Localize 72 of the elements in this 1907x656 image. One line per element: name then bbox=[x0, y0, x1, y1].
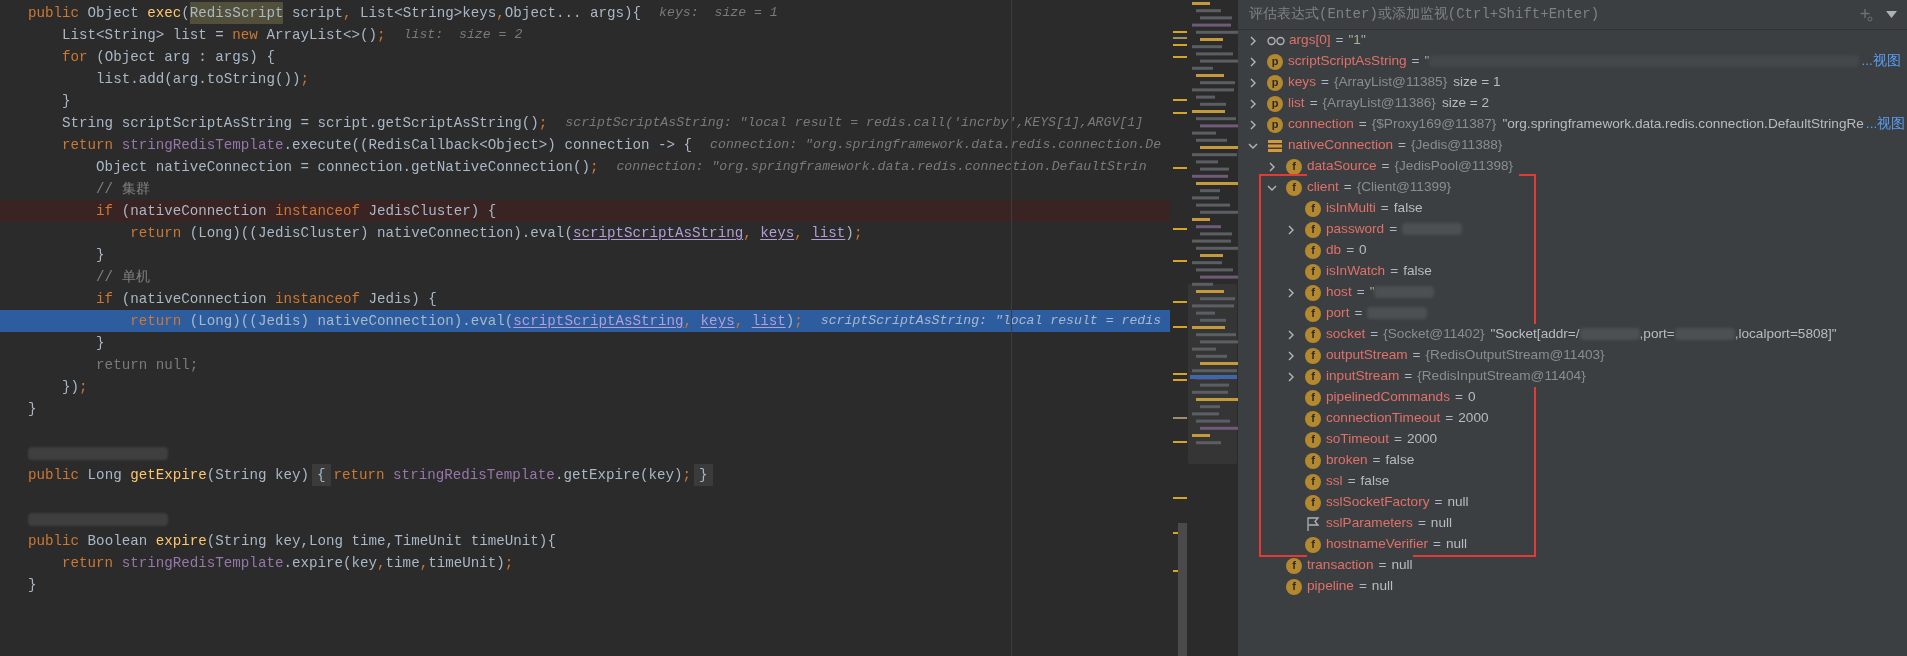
code-line: return null; bbox=[95, 356, 199, 375]
code-line: Object nativeConnection = connection.getNativeConnection(); bbox=[95, 158, 599, 177]
field-icon: f bbox=[1305, 494, 1321, 511]
inline-debug-value: connection: "org.springframework.data.redis.connection.De bbox=[710, 136, 1162, 155]
code-line: } bbox=[28, 400, 37, 419]
parameter-icon: p bbox=[1267, 74, 1283, 91]
field-icon: f bbox=[1305, 410, 1321, 427]
expand-chevron-icon[interactable] bbox=[1286, 329, 1296, 340]
field-icon: f bbox=[1305, 389, 1321, 406]
field-icon: f bbox=[1305, 200, 1321, 217]
expand-chevron-icon[interactable] bbox=[1286, 224, 1296, 235]
field-icon: f bbox=[1286, 578, 1302, 595]
code-line: for (Object arg : args) { bbox=[61, 48, 275, 67]
code-line: String scriptScriptAsString = script.getScriptAsString(); bbox=[61, 114, 548, 133]
dropdown-caret-icon[interactable] bbox=[1886, 11, 1897, 18]
expand-chevron-icon[interactable] bbox=[1248, 35, 1258, 46]
code-line: List<String> list = new ArrayList<>(); bbox=[61, 26, 386, 45]
glasses-icon bbox=[1267, 35, 1285, 46]
expand-chevron-icon[interactable] bbox=[1286, 350, 1296, 361]
expand-chevron-icon[interactable] bbox=[1248, 119, 1258, 130]
field-icon: f bbox=[1286, 158, 1302, 175]
view-link[interactable]: ...视图 bbox=[1859, 51, 1907, 72]
view-link[interactable]: ...视图 bbox=[1863, 114, 1907, 135]
expand-chevron-icon[interactable] bbox=[1248, 98, 1258, 109]
inline-debug-value: scriptScriptAsString: "local result = redis.call('incrby',KEYS[1],ARGV[1] bbox=[565, 114, 1144, 133]
code-line: list.add(arg.toString()); bbox=[95, 70, 309, 89]
field-icon: f bbox=[1305, 242, 1321, 259]
code-line: }); bbox=[61, 378, 88, 397]
code-line: if (nativeConnection instanceof Jedis) { bbox=[95, 290, 437, 309]
field-icon: f bbox=[1305, 305, 1321, 322]
field-icon: f bbox=[1286, 557, 1302, 574]
field-icon: f bbox=[1305, 263, 1321, 280]
field-icon: f bbox=[1305, 368, 1321, 385]
inline-debug-value: list: size = 2 bbox=[403, 26, 523, 45]
field-icon: f bbox=[1305, 284, 1321, 301]
inline-debug-value: connection: "org.springframework.data.redis.connection.DefaultStrin bbox=[616, 158, 1147, 177]
expand-chevron-icon[interactable] bbox=[1248, 56, 1258, 67]
field-icon: f bbox=[1305, 452, 1321, 469]
field-icon: f bbox=[1305, 431, 1321, 448]
expand-chevron-icon[interactable] bbox=[1286, 371, 1296, 382]
code-line: return stringRedisTemplate.execute((RedisCallback<Object>) connection -> { bbox=[61, 136, 693, 155]
code-line: // 集群 bbox=[95, 180, 150, 199]
list-icon bbox=[1268, 139, 1282, 152]
field-icon: f bbox=[1305, 221, 1321, 238]
code-line: } bbox=[61, 92, 71, 111]
code-line: } bbox=[28, 576, 37, 595]
code-line: if (nativeConnection instanceof JedisCluster) { bbox=[95, 202, 497, 221]
field-icon: f bbox=[1305, 347, 1321, 364]
code-line: return (Long)((Jedis) nativeConnection).eval(scriptScriptAsString, keys, list); bbox=[129, 312, 803, 331]
parameter-icon: p bbox=[1267, 116, 1283, 133]
minimap-drawing[interactable] bbox=[1170, 0, 1238, 656]
code-line: public Boolean expire(String key,Long time,TimeUnit timeUnit){ bbox=[28, 532, 556, 551]
flag-icon bbox=[1306, 516, 1320, 531]
field-icon: f bbox=[1305, 536, 1321, 553]
code-line: return stringRedisTemplate.expire(key,time,timeUnit); bbox=[61, 554, 514, 573]
field-icon: f bbox=[1286, 179, 1302, 196]
expand-chevron-icon[interactable] bbox=[1286, 287, 1296, 298]
code-line: return (Long)((JedisCluster) nativeConnection).eval(scriptScriptAsString, keys, list); bbox=[129, 224, 863, 243]
watch-expression-field[interactable]: 评估表达式(Enter)或添加监视(Ctrl+Shift+Enter) bbox=[1249, 4, 1848, 25]
code-line: public Object exec(RedisScript script, List<String>keys,Object... args){ bbox=[28, 2, 642, 24]
inline-debug-value: keys: size = 1 bbox=[659, 4, 778, 23]
code-line: } bbox=[95, 334, 105, 353]
parameter-icon: p bbox=[1267, 53, 1283, 70]
field-icon: f bbox=[1305, 326, 1321, 343]
code-line: } bbox=[95, 246, 105, 265]
expand-chevron-icon[interactable] bbox=[1267, 161, 1277, 172]
expand-chevron-icon[interactable] bbox=[1248, 77, 1258, 88]
parameter-icon: p bbox=[1267, 95, 1283, 112]
variable-entry[interactable]: socket = {Socket@11402} "Socket[addr=/ ,port= ,localport=5808]" bbox=[1326, 324, 1837, 345]
code-line: public Long getExpire(String key) { return stringRedisTemplate.getExpire(key); } bbox=[28, 464, 716, 486]
field-icon: f bbox=[1305, 473, 1321, 490]
code-line: // 单机 bbox=[95, 268, 150, 287]
